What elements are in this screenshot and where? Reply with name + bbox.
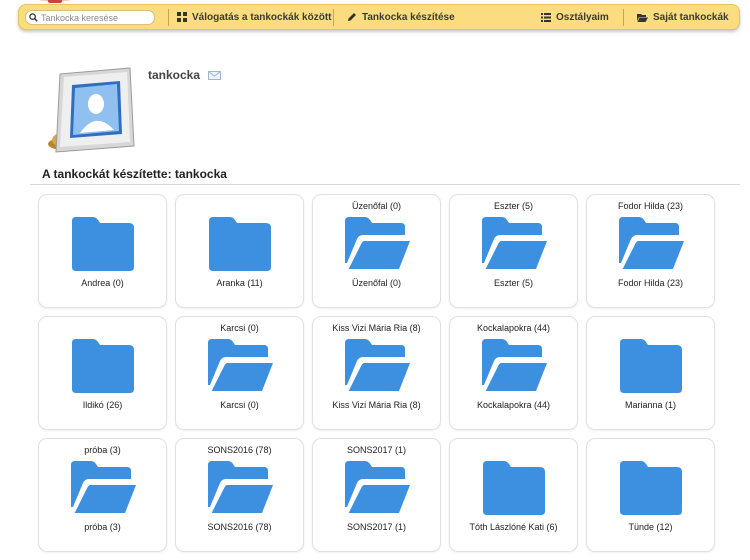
folder-grid: Andrea (0) Aranka (11) Üzenőfal (0) Üzenőfa… [38, 194, 715, 554]
folder-closed-icon [206, 215, 274, 273]
envelope-icon[interactable] [208, 70, 222, 80]
folder-label: Tünde (12) [628, 522, 673, 532]
folder-card[interactable]: Kockalapokra (44) Kockalapokra (44) [449, 316, 578, 430]
nav-own-link[interactable]: Saját tankockák [637, 5, 729, 29]
folder-card[interactable]: Ildikó (26) [38, 316, 167, 430]
folder-open-icon [206, 337, 274, 395]
folder-closed-icon [480, 459, 548, 517]
profile-username: tankocka [148, 68, 222, 82]
avatar [48, 67, 135, 153]
folder-card[interactable]: Tóth Lászlóné Kati (6) [449, 438, 578, 552]
folder-label: SONS2017 (1) [346, 522, 407, 532]
folder-label: SONS2016 (78) [207, 522, 272, 532]
folder-label: Kockalapokra (44) [476, 400, 551, 410]
nav-separator [623, 9, 624, 26]
folder-card[interactable]: próba (3) próba (3) [38, 438, 167, 552]
folder-label: Andrea (0) [81, 278, 124, 288]
top-navbar: Válogatás a tankockák között Tankocka ké… [18, 4, 740, 30]
folder-open-icon [480, 215, 548, 273]
folder-label: Üzenőfal (0) [351, 278, 402, 288]
folder-top-label: Eszter (5) [493, 201, 533, 211]
nav-own-label: Saját tankockák [653, 11, 729, 23]
folder-top-label: Kockalapokra (44) [476, 323, 551, 333]
folder-closed-icon [617, 459, 685, 517]
folder-card[interactable]: Fodor Hilda (23) Fodor Hilda (23) [586, 194, 715, 308]
folder-top-label: Kiss Vizi Mária Ria (8) [332, 323, 421, 333]
folder-open-icon [343, 337, 411, 395]
folder-closed-icon [617, 337, 685, 395]
search-input[interactable] [38, 11, 148, 24]
folder-open-icon [206, 459, 274, 517]
nav-create-link[interactable]: Tankocka készítése [347, 5, 455, 29]
folder-label: Karcsi (0) [220, 400, 259, 410]
folder-closed-icon [69, 215, 137, 273]
folder-label: Marianna (1) [624, 400, 677, 410]
section-divider [30, 184, 740, 185]
nav-classes-link[interactable]: Osztályaim [541, 5, 609, 29]
folder-label: Ildikó (26) [82, 400, 123, 410]
folder-top-label: Fodor Hilda (23) [617, 201, 684, 211]
folder-open-icon [343, 215, 411, 273]
folder-card[interactable]: Eszter (5) Eszter (5) [449, 194, 578, 308]
nav-browse-label: Válogatás a tankockák között [192, 11, 332, 23]
folder-card[interactable]: Marianna (1) [586, 316, 715, 430]
username-text: tankocka [148, 68, 201, 82]
search-icon [29, 13, 38, 22]
folder-card[interactable]: SONS2017 (1) SONS2017 (1) [312, 438, 441, 552]
grid-icon [177, 12, 187, 22]
folder-card[interactable]: Aranka (11) [175, 194, 304, 308]
folder-open-icon [480, 337, 548, 395]
folder-card[interactable]: Andrea (0) [38, 194, 167, 308]
section-title: A tankockát készítette: tankocka [42, 167, 227, 181]
folder-card[interactable]: SONS2016 (78) SONS2016 (78) [175, 438, 304, 552]
folder-open-icon [637, 13, 648, 22]
folder-card[interactable]: Kiss Vizi Mária Ria (8) Kiss Vizi Mária R… [312, 316, 441, 430]
folder-label: Aranka (11) [216, 278, 263, 288]
folder-label: Fodor Hilda (23) [617, 278, 684, 288]
folder-label: próba (3) [84, 522, 121, 532]
pencil-icon [347, 12, 357, 22]
folder-top-label: Karcsi (0) [220, 323, 259, 333]
folder-top-label: SONS2016 (78) [207, 445, 272, 455]
nav-create-label: Tankocka készítése [362, 11, 455, 23]
folder-label: Tóth Lászlóné Kati (6) [469, 522, 558, 532]
folder-label: Kiss Vizi Mária Ria (8) [332, 400, 421, 410]
folder-top-label: SONS2017 (1) [346, 445, 407, 455]
folder-card[interactable]: Tünde (12) [586, 438, 715, 552]
folder-open-icon [617, 215, 685, 273]
folder-top-label: próba (3) [84, 445, 121, 455]
folder-closed-icon [69, 337, 137, 395]
folder-label: Eszter (5) [493, 278, 533, 288]
list-icon [541, 12, 551, 22]
folder-card[interactable]: Üzenőfal (0) Üzenőfal (0) [312, 194, 441, 308]
search-box[interactable] [25, 10, 155, 25]
nav-separator [168, 9, 169, 26]
nav-browse-link[interactable]: Válogatás a tankockák között [177, 5, 332, 29]
nav-classes-label: Osztályaim [556, 11, 609, 23]
nav-separator [333, 9, 334, 26]
folder-top-label: Üzenőfal (0) [351, 201, 402, 211]
folder-card[interactable]: Karcsi (0) Karcsi (0) [175, 316, 304, 430]
folder-open-icon [343, 459, 411, 517]
folder-open-icon [69, 459, 137, 517]
